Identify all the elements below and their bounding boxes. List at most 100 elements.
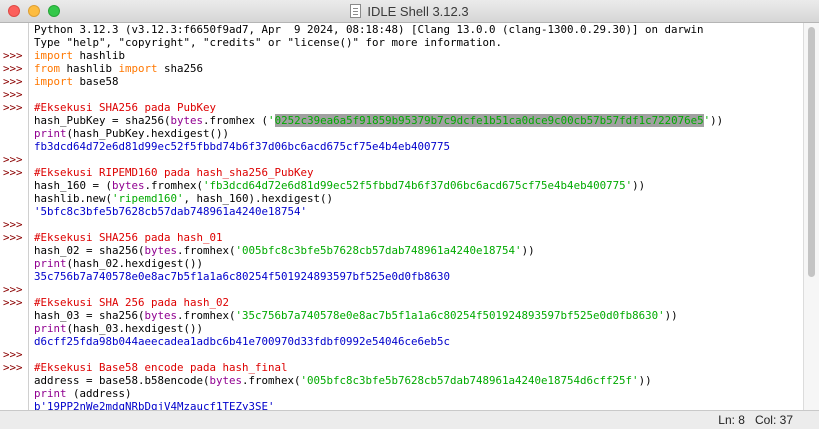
code-token: .fromhex( — [242, 374, 301, 387]
scrollbar-thumb[interactable] — [808, 27, 815, 277]
gutter-line — [0, 114, 28, 127]
prompt-gutter: >>> >>> >>> >>> >>> >>> >>> >>> >>> >>> >>> >>> >>> — [0, 23, 29, 410]
shell-line[interactable]: fb3dcd64d72e6d81d99ec52f5fbbd74b6f37d06b… — [29, 140, 803, 153]
code-token: 35c756b7a740578e0e8ac7b5f1a1a6c80254f501… — [34, 270, 451, 283]
code-token: bytes — [112, 179, 145, 192]
code-token: bytes — [144, 309, 178, 322]
shell-line[interactable]: from hashlib import sha256 — [29, 62, 803, 75]
shell-prompt: >>> — [3, 348, 23, 361]
zoom-window-button[interactable] — [48, 5, 60, 17]
code-token: hash_02 = sha256( — [34, 244, 145, 257]
shell-line[interactable]: b'19PP2nWe2mdqNRbDqjV4Mzaucf1TEZy3SE' — [29, 400, 803, 410]
gutter-line: >>> — [0, 296, 28, 309]
title-bar[interactable]: IDLE Shell 3.12.3 — [0, 0, 819, 23]
shell-line[interactable]: address = base58.b58encode(bytes.fromhex… — [29, 374, 803, 387]
shell-line[interactable] — [29, 283, 803, 296]
shell-line[interactable]: hash_160 = (bytes.fromhex('fb3dcd64d72e6… — [29, 179, 803, 192]
code-token: .fromhex( — [177, 309, 236, 322]
shell-line[interactable]: Type "help", "copyright", "credits" or "… — [29, 36, 803, 49]
code-token: #Eksekusi SHA256 pada hash_01 — [34, 231, 223, 244]
shell-line[interactable]: hashlib.new('ripemd160', hash_160).hexdi… — [29, 192, 803, 205]
code-token: (hash_PubKey.hexdigest()) — [66, 127, 230, 140]
shell-line[interactable] — [29, 153, 803, 166]
shell-line[interactable]: #Eksekusi RIPEMD160 pada hash_sha256_Pub… — [29, 166, 803, 179]
shell-prompt: >>> — [3, 88, 23, 101]
code-token: ' — [268, 114, 275, 127]
shell-line[interactable]: #Eksekusi SHA256 pada hash_01 — [29, 231, 803, 244]
code-token: Type "help", "copyright", "credits" or "… — [34, 36, 503, 49]
gutter-line: >>> — [0, 88, 28, 101]
close-window-button[interactable] — [8, 5, 20, 17]
status-bar: Ln: 8 Col: 37 — [0, 410, 819, 429]
code-token: )) — [710, 114, 724, 127]
gutter-line: >>> — [0, 62, 28, 75]
gutter-line: >>> — [0, 231, 28, 244]
gutter-line — [0, 270, 28, 283]
code-token: print — [34, 257, 67, 270]
shell-prompt: >>> — [3, 231, 23, 244]
code-token: '005bfc8c3bfe5b7628cb57dab748961a4240e18… — [300, 374, 639, 387]
shell-line[interactable] — [29, 348, 803, 361]
code-token: hashlib — [73, 49, 126, 62]
shell-prompt: >>> — [3, 75, 23, 88]
shell-line[interactable]: hash_02 = sha256(bytes.fromhex('005bfc8c… — [29, 244, 803, 257]
shell-line[interactable]: '5bfc8c3bfe5b7628cb57dab748961a4240e1875… — [29, 205, 803, 218]
shell-line[interactable]: import hashlib — [29, 49, 803, 62]
code-token: )) — [664, 309, 678, 322]
code-token: #Eksekusi SHA256 pada PubKey — [34, 101, 217, 114]
shell-line[interactable]: hash_PubKey = sha256(bytes.fromhex ('025… — [29, 114, 803, 127]
gutter-line — [0, 140, 28, 153]
code-token: (hash_03.hexdigest()) — [66, 322, 204, 335]
code-token: bytes — [144, 244, 178, 257]
gutter-line — [0, 179, 28, 192]
shell-line[interactable]: print(hash_02.hexdigest()) — [29, 257, 803, 270]
code-token: .fromhex ( — [203, 114, 269, 127]
gutter-line — [0, 374, 28, 387]
code-token: import — [118, 62, 158, 75]
code-token: )) — [638, 374, 652, 387]
gutter-line: >>> — [0, 348, 28, 361]
code-token: hashlib — [60, 62, 119, 75]
gutter-line — [0, 322, 28, 335]
vertical-scrollbar[interactable] — [803, 23, 819, 410]
gutter-line: >>> — [0, 166, 28, 179]
code-token: hash_PubKey = sha256( — [34, 114, 171, 127]
gutter-line — [0, 244, 28, 257]
selected-text: 0252c39ea6a5f91859b95379b7c9dcfe1b51ca0d… — [274, 114, 704, 127]
gutter-line — [0, 36, 28, 49]
shell-line[interactable]: d6cff25fda98b044aeecadea1adbc6b41e700970… — [29, 335, 803, 348]
shell-prompt: >>> — [3, 361, 23, 374]
gutter-line — [0, 257, 28, 270]
shell-text-area[interactable]: Python 3.12.3 (v3.12.3:f6650f9ad7, Apr 9… — [29, 23, 803, 410]
code-token: #Eksekusi RIPEMD160 pada hash_sha256_Pub… — [34, 166, 314, 179]
gutter-line: >>> — [0, 283, 28, 296]
shell-line[interactable]: #Eksekusi SHA256 pada PubKey — [29, 101, 803, 114]
shell-line[interactable]: print(hash_03.hexdigest()) — [29, 322, 803, 335]
code-token: , hash_160).hexdigest() — [183, 192, 334, 205]
code-token: d6cff25fda98b044aeecadea1adbc6b41e700970… — [34, 335, 451, 348]
code-token: '005bfc8c3bfe5b7628cb57dab748961a4240e18… — [235, 244, 522, 257]
shell-prompt: >>> — [3, 166, 23, 179]
gutter-line — [0, 387, 28, 400]
idle-shell-window: IDLE Shell 3.12.3 >>> >>> >>> >>> >>> >>> >>> >… — [0, 0, 819, 429]
shell-line[interactable]: import base58 — [29, 75, 803, 88]
shell-line[interactable]: #Eksekusi Base58 encode pada hash_final — [29, 361, 803, 374]
shell-line[interactable]: print (address) — [29, 387, 803, 400]
code-token: .fromhex( — [144, 179, 204, 192]
shell-line[interactable]: print(hash_PubKey.hexdigest()) — [29, 127, 803, 140]
code-token: fb3dcd64d72e6d81d99ec52f5fbbd74b6f37d06b… — [34, 140, 451, 153]
shell-line[interactable] — [29, 88, 803, 101]
code-token: import — [34, 75, 74, 88]
shell-line[interactable]: hash_03 = sha256(bytes.fromhex('35c756b7… — [29, 309, 803, 322]
code-token: print — [34, 127, 67, 140]
gutter-line: >>> — [0, 75, 28, 88]
window-controls — [8, 5, 60, 17]
code-token: sha256 — [157, 62, 204, 75]
minimize-window-button[interactable] — [28, 5, 40, 17]
shell-line[interactable]: Python 3.12.3 (v3.12.3:f6650f9ad7, Apr 9… — [29, 23, 803, 36]
shell-line[interactable]: #Eksekusi SHA 256 pada hash_02 — [29, 296, 803, 309]
code-token: import — [34, 49, 74, 62]
code-token: #Eksekusi Base58 encode pada hash_final — [34, 361, 288, 374]
shell-line[interactable]: 35c756b7a740578e0e8ac7b5f1a1a6c80254f501… — [29, 270, 803, 283]
shell-line[interactable] — [29, 218, 803, 231]
